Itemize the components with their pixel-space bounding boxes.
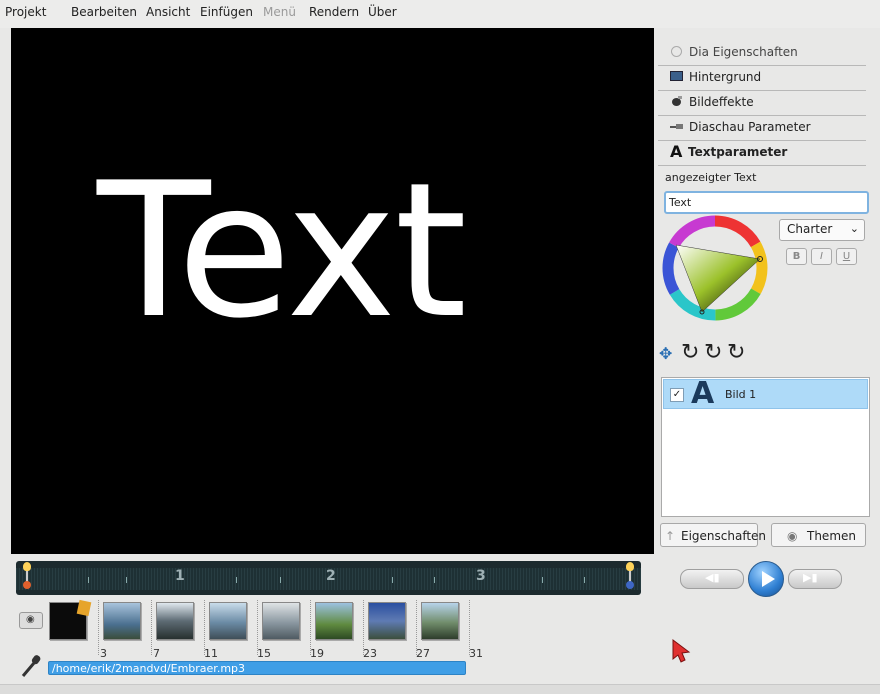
slide-divider (98, 600, 99, 655)
slide-index: 19 (310, 647, 324, 660)
play-button[interactable] (748, 561, 784, 597)
slide-properties-icon (671, 46, 682, 57)
rotate-z-icon[interactable]: ↻ (727, 340, 745, 365)
camera-glyph: ◉ (26, 614, 35, 625)
layer-visible-checkbox[interactable]: ✓ (670, 388, 684, 402)
chevron-down-icon: ⌄ (849, 222, 859, 235)
themes-button-label: Themen (807, 529, 856, 543)
menu-menue: Menü (263, 5, 296, 19)
section-background[interactable]: Hintergrund (658, 65, 866, 91)
font-select-value: Charter (787, 222, 833, 236)
section-image-effects[interactable]: Bildeffekte (658, 90, 866, 116)
menu-bearbeiten[interactable]: Bearbeiten (71, 5, 137, 19)
timeline-tick (392, 577, 393, 583)
rotate-x-icon[interactable]: ↻ (681, 340, 699, 365)
end-marker[interactable] (625, 561, 635, 595)
slide-thumbnail[interactable] (315, 602, 353, 640)
displayed-text-label: angezeigter Text (665, 171, 757, 184)
layer-list: ✓ A Bild 1 (661, 376, 870, 517)
properties-button[interactable]: ↑ Eigenschaften (660, 523, 766, 547)
menu-rendern[interactable]: Rendern (309, 5, 359, 19)
slide-index: 31 (469, 647, 483, 660)
preview-text[interactable]: Text (97, 158, 467, 344)
color-wheel[interactable] (662, 215, 768, 321)
slide-thumbnail[interactable] (156, 602, 194, 640)
text-slide-icon (76, 599, 92, 617)
menu-projekt[interactable]: Projekt (5, 5, 46, 19)
text-parameters-icon: A (670, 142, 683, 161)
marker-bulb (23, 562, 31, 571)
slide-index: 7 (153, 647, 160, 660)
displayed-text-input[interactable]: Text (664, 191, 869, 214)
italic-button[interactable]: I (811, 248, 832, 265)
next-button[interactable]: ▶▮ (788, 569, 842, 589)
marker-bulb (626, 562, 634, 571)
image-effects-icon (672, 96, 682, 106)
start-marker[interactable] (22, 561, 32, 595)
themes-icon: ◉ (787, 529, 798, 543)
slide-thumbnail[interactable] (262, 602, 300, 640)
themes-button[interactable]: ◉ Themen (771, 523, 866, 547)
timeline[interactable]: 1 2 3 (16, 561, 641, 595)
timeline-mark: 2 (326, 568, 336, 584)
slide-thumbnail-title[interactable] (49, 599, 92, 640)
section-text-parameters[interactable]: A Textparameter (658, 140, 866, 166)
microphone-icon[interactable] (20, 654, 42, 678)
slide-thumbnail[interactable] (103, 602, 141, 640)
menu-ansicht[interactable]: Ansicht (146, 5, 190, 19)
slide-divider (310, 600, 311, 655)
slideshow-parameters-icon (670, 124, 683, 129)
timeline-tick (280, 577, 281, 583)
timeline-tick (88, 577, 89, 583)
text-layer-icon: A (691, 376, 715, 411)
previous-button[interactable]: ◀▮ (680, 569, 744, 589)
play-icon (762, 571, 775, 587)
properties-icon: ↑ (665, 529, 676, 543)
slide-divider (257, 600, 258, 655)
camera-icon[interactable]: ◉ (19, 612, 43, 629)
section-slideshow-parameters[interactable]: Diaschau Parameter (658, 115, 866, 141)
slide-divider (204, 600, 205, 655)
properties-button-label: Eigenschaften (681, 529, 767, 543)
list-item[interactable]: ✓ A Bild 1 (663, 376, 868, 411)
marker-knob (23, 581, 31, 589)
bold-button[interactable]: B (786, 248, 807, 265)
move-icon[interactable]: ✥ (659, 344, 672, 363)
slide-index: 15 (257, 647, 271, 660)
slide-index: 3 (100, 647, 107, 660)
slide-index: 27 (416, 647, 430, 660)
previous-icon: ◀▮ (705, 571, 720, 584)
timeline-tick (584, 577, 585, 583)
slide-divider (151, 600, 152, 655)
rotate-y-icon[interactable]: ↻ (704, 340, 722, 365)
timeline-tick (126, 577, 127, 583)
menu-ueber[interactable]: Über (368, 5, 397, 19)
slide-divider (416, 600, 417, 655)
slide-divider (469, 600, 470, 655)
slide-preview[interactable]: Text (11, 28, 654, 554)
timeline-tick (434, 577, 435, 583)
menu-bar: Projekt Bearbeiten Ansicht Einfügen Menü… (0, 0, 880, 28)
slide-thumbnail[interactable] (421, 602, 459, 640)
marker-knob (626, 581, 634, 589)
slide-divider (363, 600, 364, 655)
section-slide-properties[interactable]: Dia Eigenschaften (658, 40, 866, 66)
mouse-cursor-icon (672, 639, 691, 663)
timeline-mark: 3 (476, 568, 486, 584)
background-icon (670, 71, 683, 81)
slide-index: 11 (204, 647, 218, 660)
transport-controls: ◀▮ ▶▮ (680, 561, 842, 597)
underline-button[interactable]: U (836, 248, 857, 265)
audio-track[interactable]: /home/erik/2mandvd/Embraer.mp3 (48, 661, 466, 675)
next-icon: ▶▮ (803, 571, 818, 584)
slide-index: 23 (363, 647, 377, 660)
menu-einfuegen[interactable]: Einfügen (200, 5, 253, 19)
timeline-tick (542, 577, 543, 583)
slide-thumbnail[interactable] (209, 602, 247, 640)
layer-name: Bild 1 (725, 388, 757, 401)
timeline-tick (236, 577, 237, 583)
slide-thumbnail[interactable] (368, 602, 406, 640)
font-select[interactable]: Charter ⌄ (779, 219, 865, 241)
timeline-mark: 1 (175, 568, 185, 584)
